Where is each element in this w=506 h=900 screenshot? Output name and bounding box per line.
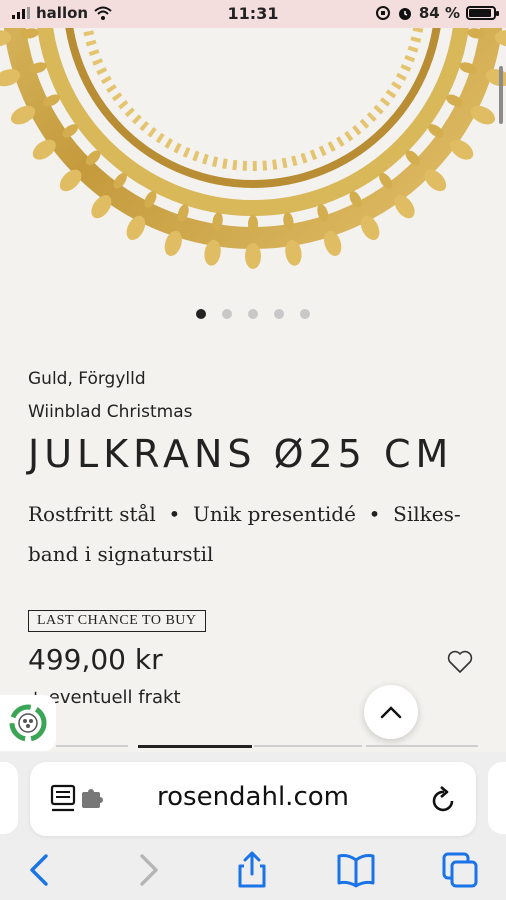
reload-icon[interactable]	[428, 784, 458, 816]
address-bar[interactable]: rosendahl.com	[30, 762, 476, 836]
alarm-icon	[398, 8, 411, 20]
wreath-image	[0, 28, 506, 269]
browser-chrome: rosendahl.com	[0, 752, 506, 900]
recycle-badge[interactable]	[0, 695, 56, 751]
product-collection-link[interactable]: Wiinblad Christmas	[28, 402, 193, 422]
bookmarks-icon[interactable]	[336, 850, 376, 890]
url-text[interactable]: rosendahl.com	[30, 782, 476, 812]
carousel-dot[interactable]	[274, 309, 284, 319]
product-title: JULKRANS Ø25 CM	[28, 432, 454, 476]
scrollbar[interactable]	[499, 66, 503, 124]
heart-icon[interactable]	[446, 648, 474, 676]
orientation-lock-icon	[375, 6, 390, 20]
features-line-1: Rostfritt stål • Unik presentidé • Silke…	[28, 502, 461, 526]
last-chance-badge: LAST CHANCE TO BUY	[28, 610, 206, 632]
recycle-icon	[9, 704, 47, 742]
carousel-dot[interactable]	[222, 309, 232, 319]
carousel-dot[interactable]	[196, 309, 206, 319]
battery-percent: 84 %	[418, 4, 460, 22]
product-price: 499,00 kr	[28, 643, 163, 676]
features-line-2: band i signaturstil	[28, 542, 214, 566]
carousel-dot[interactable]	[300, 309, 310, 319]
forward-icon[interactable]	[128, 850, 168, 890]
status-right: 84 %	[375, 4, 499, 22]
carousel-dots	[0, 309, 506, 319]
previous-tab-card[interactable]	[0, 762, 18, 834]
status-bar: hallon 11:31 84 %	[0, 0, 506, 28]
carousel-dot[interactable]	[248, 309, 258, 319]
product-variant: Guld, Förgylld	[28, 369, 146, 389]
back-icon[interactable]	[20, 850, 60, 890]
chevron-up-icon	[380, 706, 402, 719]
tab-strip	[56, 745, 478, 751]
scroll-to-top-button[interactable]	[364, 685, 418, 739]
share-icon[interactable]	[232, 850, 272, 890]
tabs-icon[interactable]	[440, 850, 480, 890]
product-features: Rostfritt stål • Unik presentidé • Silke…	[28, 494, 488, 574]
browser-toolbar	[0, 846, 506, 896]
battery-icon	[466, 6, 499, 20]
next-tab-card[interactable]	[488, 762, 506, 834]
product-image[interactable]	[0, 28, 506, 298]
